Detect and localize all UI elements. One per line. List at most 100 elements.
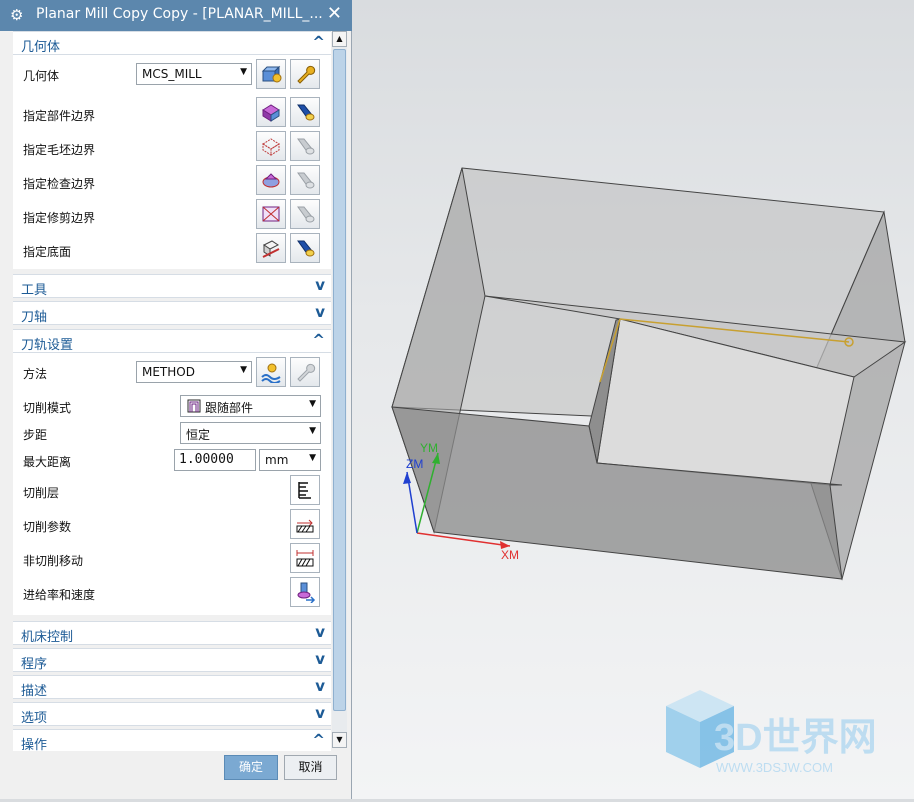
non-cutting-icon (296, 550, 314, 567)
close-icon[interactable]: ✕ (327, 3, 342, 24)
flashlight-show-icon (297, 240, 315, 257)
method-select[interactable]: METHOD ▼ (136, 361, 252, 383)
wrench-edit-icon (297, 65, 316, 84)
dialog-title: Planar Mill Copy Copy - [PLANAR_MILL_... (36, 6, 323, 22)
cut-params-label: 切削参数 (23, 520, 72, 534)
trim-boundary-icon (262, 206, 280, 222)
section-label: 几何体 (21, 40, 61, 55)
cut-levels-label: 切削层 (23, 486, 60, 500)
part-boundary-button[interactable] (256, 97, 286, 127)
section-label: 程序 (21, 657, 48, 672)
blank-boundary-label: 指定毛坯边界 (23, 143, 96, 157)
cut-levels-button[interactable] (290, 475, 320, 505)
axis-xm-label: XM (501, 548, 519, 562)
chevron-down-icon: v (315, 623, 325, 641)
cut-params-button[interactable] (290, 509, 320, 539)
geometry-edit-button[interactable] (290, 59, 320, 89)
watermark-brand: 3D世界网 (714, 717, 877, 759)
section-path-settings[interactable]: 刀轨设置 ^ (13, 329, 331, 353)
flashlight-show-icon (297, 138, 315, 155)
dialog-scrollbar[interactable]: ▲ ▼ (332, 31, 347, 748)
floor-label: 指定底面 (23, 245, 72, 259)
gear-icon: ⚙ (10, 6, 24, 24)
cut-pattern-select[interactable]: 跟随部件 ▼ (180, 395, 321, 417)
method-label: 方法 (23, 367, 48, 381)
chevron-down-icon: v (315, 704, 325, 722)
max-distance-unit-select[interactable]: mm ▼ (259, 449, 321, 471)
chevron-down-icon: v (315, 677, 325, 695)
feeds-speeds-icon (297, 582, 316, 603)
chevron-up-icon: ^ (312, 731, 325, 749)
unit-value: mm (265, 453, 289, 467)
part-boundary-icon (262, 104, 280, 122)
section-label: 机床控制 (21, 630, 74, 645)
section-label: 刀轨设置 (21, 338, 74, 353)
geometry-display-icon (261, 65, 282, 83)
block-model (391, 167, 907, 581)
section-tool-axis[interactable]: 刀轴 v (13, 301, 331, 325)
max-distance-input[interactable]: 1.00000 (174, 449, 256, 471)
stepover-label: 步距 (23, 428, 48, 442)
section-description[interactable]: 描述 v (13, 675, 331, 699)
section-label: 描述 (21, 684, 48, 699)
part-boundary-label: 指定部件边界 (23, 109, 96, 123)
section-label: 操作 (21, 738, 48, 751)
model-view[interactable]: XM YM ZM 3D世界网 WWW.3DSJW.COM (352, 0, 914, 799)
section-label: 刀轴 (21, 310, 48, 325)
path-settings-body: 方法 METHOD ▼ 切削模式 跟随部件 ▼ 步距 恒定 ▼ 最大距离 1.0… (13, 353, 331, 615)
flashlight-show-icon (297, 206, 315, 223)
method-new-button[interactable] (256, 357, 286, 387)
check-boundary-label: 指定检查边界 (23, 177, 96, 191)
scroll-down-icon[interactable]: ▼ (332, 732, 347, 748)
non-cutting-button[interactable] (290, 543, 320, 573)
check-boundary-button[interactable] (256, 165, 286, 195)
dropdown-arrow-icon: ▼ (240, 67, 247, 77)
cancel-button[interactable]: 取消 (284, 755, 337, 780)
non-cutting-label: 非切削移动 (23, 554, 84, 568)
section-options[interactable]: 选项 v (13, 702, 331, 726)
blank-boundary-show-button (290, 131, 320, 161)
geometry-display-button[interactable] (256, 59, 286, 89)
method-new-icon (261, 363, 281, 383)
watermark-url: WWW.3DSJW.COM (716, 760, 833, 775)
ok-button[interactable]: 确定 (224, 755, 278, 780)
trim-boundary-button[interactable] (256, 199, 286, 229)
floor-show-button[interactable] (290, 233, 320, 263)
floor-button[interactable] (256, 233, 286, 263)
feeds-speeds-label: 进给率和速度 (23, 588, 96, 602)
section-tool[interactable]: 工具 v (13, 274, 331, 298)
follow-part-icon (186, 398, 202, 417)
section-machine-control[interactable]: 机床控制 v (13, 621, 331, 645)
flashlight-show-icon (297, 104, 315, 121)
wrench-edit-icon (297, 363, 316, 382)
dialog-scroll-area: 几何体 ^ 几何体 MCS_MILL ▼ 指定部件边界 指定毛坯边界 指定检查边… (13, 31, 331, 751)
dropdown-arrow-icon: ▼ (309, 426, 316, 436)
watermark: 3D世界网 WWW.3DSJW.COM (666, 690, 877, 775)
dropdown-arrow-icon: ▼ (240, 365, 247, 375)
blank-boundary-button[interactable] (256, 131, 286, 161)
stepover-select[interactable]: 恒定 ▼ (180, 422, 321, 444)
blank-boundary-icon (262, 138, 280, 156)
section-geometry[interactable]: 几何体 ^ (13, 31, 331, 55)
dropdown-arrow-icon: ▼ (309, 453, 316, 463)
cut-pattern-label: 切削模式 (23, 401, 72, 415)
chevron-up-icon: ^ (312, 33, 325, 51)
graphics-viewport[interactable]: XM YM ZM 3D世界网 WWW.3DSJW.COM (352, 0, 914, 799)
check-boundary-show-button (290, 165, 320, 195)
feeds-speeds-button[interactable] (290, 577, 320, 607)
section-actions[interactable]: 操作 ^ (13, 729, 331, 751)
scroll-thumb[interactable] (333, 49, 346, 711)
scroll-up-icon[interactable]: ▲ (332, 31, 347, 47)
part-boundary-show-button[interactable] (290, 97, 320, 127)
section-label: 选项 (21, 711, 48, 726)
cut-params-icon (296, 519, 314, 533)
method-value: METHOD (142, 365, 195, 379)
check-boundary-icon (262, 173, 280, 188)
section-program[interactable]: 程序 v (13, 648, 331, 672)
axis-ym-label: YM (420, 441, 438, 455)
trim-boundary-label: 指定修剪边界 (23, 211, 96, 225)
section-label: 工具 (21, 283, 48, 298)
max-distance-label: 最大距离 (23, 455, 72, 469)
cut-levels-icon (298, 482, 311, 499)
geometry-select[interactable]: MCS_MILL ▼ (136, 63, 252, 85)
